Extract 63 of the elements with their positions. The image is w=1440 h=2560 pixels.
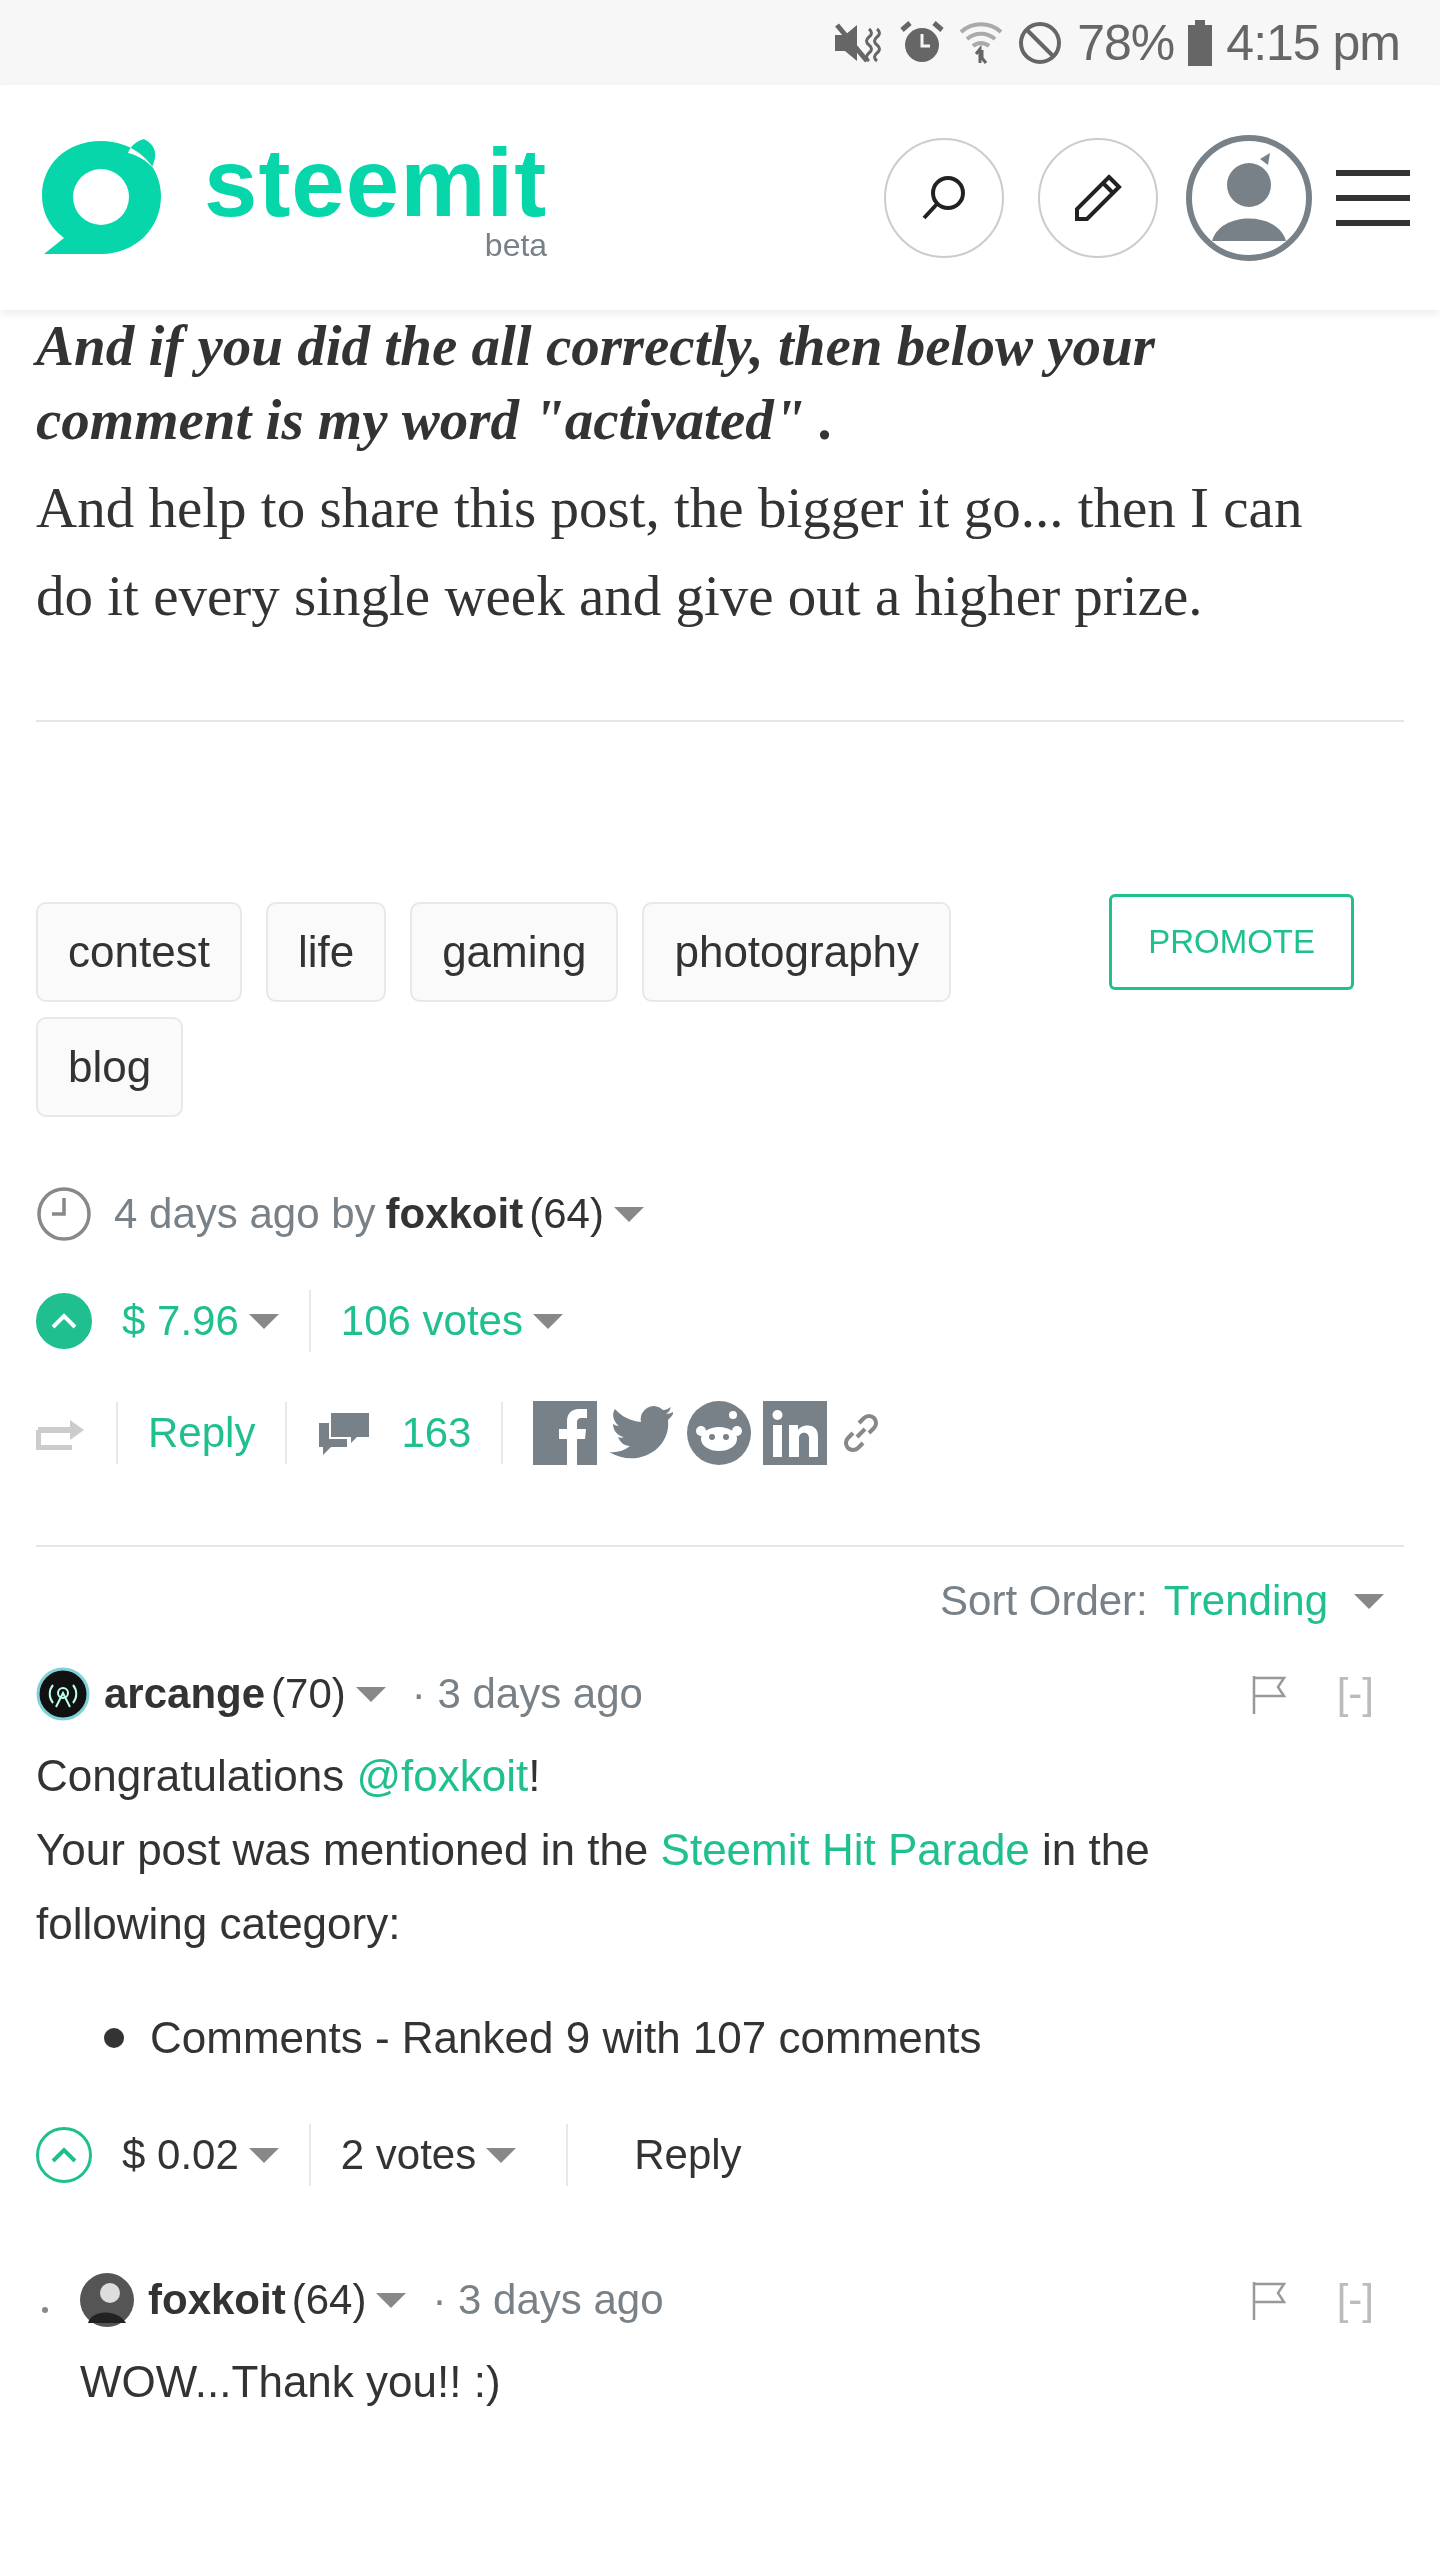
battery-icon — [1188, 19, 1213, 66]
avatar-icon — [36, 1667, 90, 1721]
sort-label: Sort Order: — [940, 1577, 1148, 1625]
caret-icon[interactable] — [376, 2291, 407, 2309]
clock-time: 4:15 pm — [1226, 13, 1400, 72]
author-reputation: (70) — [271, 1670, 346, 1718]
tag-chip[interactable]: contest — [36, 902, 242, 1002]
reply-link[interactable]: Reply — [148, 1409, 256, 1457]
mention-link[interactable]: @foxkoit — [356, 1751, 529, 1800]
comment-text: WOW...Thank you!! :) — [80, 2356, 502, 2408]
do-not-disturb-icon — [1017, 19, 1064, 66]
post-author[interactable]: foxkoit — [385, 1190, 524, 1238]
tag-chip[interactable]: blog — [36, 1017, 184, 1117]
comment-count[interactable]: 163 — [401, 1409, 472, 1457]
chevron-up-icon — [51, 2147, 77, 2163]
chevron-up-icon — [51, 1313, 77, 1329]
flag-icon[interactable] — [1250, 2280, 1287, 2320]
avatar-icon — [80, 2273, 134, 2327]
post-text: And help to share this post, the bigger it go... then I can do it every single week and give out a higher prize. — [36, 475, 1304, 629]
reply-link[interactable]: Reply — [634, 2131, 742, 2179]
upvote-button[interactable] — [36, 1293, 92, 1349]
author-reputation: (64) — [291, 2276, 367, 2324]
vote-count: 2 votes — [340, 2131, 477, 2179]
comment-text: Your post was mentioned in the Steemit Hit Parade in the following category: — [36, 1824, 1151, 1950]
flag-icon[interactable] — [1250, 1674, 1287, 1714]
tag-chip[interactable]: photography — [642, 902, 952, 1002]
upvote-button[interactable] — [36, 2127, 92, 2183]
comment-age: · 3 days ago — [432, 2276, 664, 2324]
caret-icon[interactable] — [355, 1685, 386, 1703]
sort-dropdown[interactable]: Trending — [1163, 1577, 1328, 1625]
post-age: 4 days ago by — [114, 1190, 376, 1238]
clock-icon — [36, 1186, 92, 1242]
tag-chip[interactable]: life — [265, 902, 387, 1002]
caret-icon[interactable] — [248, 1312, 279, 1330]
collapse-button[interactable]: [-] — [1336, 1670, 1374, 1718]
caret-icon[interactable] — [248, 2146, 279, 2164]
logo-subtitle: beta — [484, 228, 548, 261]
tag-chip[interactable]: gaming — [410, 902, 619, 1002]
collapse-button[interactable]: [-] — [1336, 2276, 1374, 2324]
comment-age: · 3 days ago — [411, 1670, 643, 1718]
payout-amount[interactable]: $ 7.96 — [122, 1297, 239, 1345]
battery-percentage: 78% — [1077, 13, 1175, 72]
comment-text: Congratulations @foxkoit! — [36, 1750, 542, 1802]
linkedin-icon[interactable] — [763, 1401, 828, 1465]
comment-author[interactable]: arcange — [104, 1670, 266, 1718]
payout-amount: $ 0.02 — [122, 2131, 239, 2179]
comment-author[interactable]: foxkoit — [148, 2276, 286, 2324]
list-item: Comments - Ranked 9 with 107 comments — [104, 2001, 1404, 2075]
promote-button[interactable]: PROMOTE — [1109, 894, 1354, 990]
author-reputation: (64) — [529, 1190, 604, 1238]
caret-icon[interactable] — [613, 1205, 644, 1223]
menu-button[interactable] — [1336, 167, 1410, 228]
caret-icon[interactable] — [1354, 1592, 1384, 1610]
caret-icon[interactable] — [532, 1312, 563, 1330]
twitter-icon[interactable] — [609, 1405, 676, 1461]
facebook-icon[interactable] — [533, 1401, 598, 1465]
mention-link[interactable]: Steemit Hit Parade — [660, 1825, 1030, 1874]
vote-count[interactable]: 106 votes — [340, 1297, 523, 1345]
post-text: comment is my word "activated" . — [36, 387, 835, 453]
wifi-icon — [959, 19, 1004, 66]
logo-wordmark[interactable]: steemit — [204, 134, 548, 231]
reddit-icon[interactable] — [687, 1401, 752, 1465]
caret-icon[interactable] — [486, 2146, 517, 2164]
